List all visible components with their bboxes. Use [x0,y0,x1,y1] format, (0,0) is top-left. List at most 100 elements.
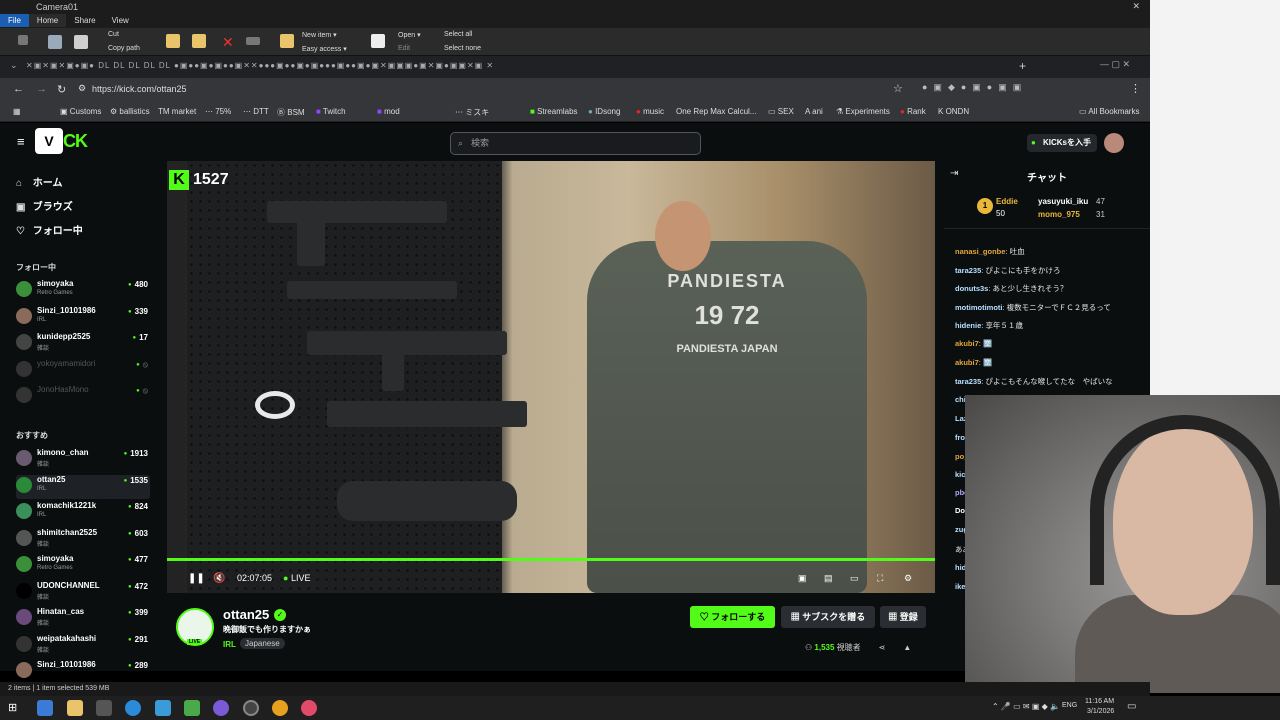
bookmark-75[interactable]: ⋯ 75% [205,107,231,116]
paste-icon[interactable] [74,35,88,49]
gifter-name[interactable]: Eddie [996,197,1018,206]
cut-button[interactable]: Cut [108,31,119,38]
edge-icon[interactable] [125,700,141,716]
tab-share[interactable]: Share [66,14,103,27]
chat-username[interactable]: nanasi_gonbe [955,247,1005,256]
sidebar-channel[interactable]: simoyaka Retro Games 480 [16,279,150,303]
menu-icon[interactable]: ⋮ [1130,82,1141,95]
bookmark-experiments[interactable]: ⚗ Experiments [836,107,890,116]
bookmark-twitch[interactable]: ■ Twitch [316,107,346,116]
bookmark-onerepmax[interactable]: One Rep Max Calcul... [676,107,756,116]
gifter-name[interactable]: yasuyuki_iku [1038,197,1088,206]
forward-icon[interactable]: → [36,83,47,95]
edit-button[interactable]: Edit [398,45,410,52]
progress-bar[interactable] [167,558,935,561]
start-icon[interactable]: ⊞ [8,701,17,714]
search-input[interactable]: ⌕ 検索 [450,132,701,155]
sidebar-channel[interactable]: Sinzi_10101986IRL 339 [16,306,150,330]
site-info-icon[interactable]: ⚙ [78,83,86,94]
get-kicks-button[interactable]: ● KICKsを入手 [1027,134,1097,152]
nav-browse[interactable]: ▣ ブラウズ [16,198,73,213]
extension-icons[interactable]: ●▣◆●▣●▣▣ [922,82,1027,93]
kick-logo[interactable]: V CK [35,128,101,154]
bookmark-streamlabs[interactable]: ■ Streamlabs [530,107,578,116]
theater-icon[interactable]: ▭ [850,573,859,584]
follow-button[interactable]: ♡ フォローする [690,606,775,628]
language-indicator[interactable]: ENG [1062,702,1077,709]
subscribe-button[interactable]: ▦ 登録 [880,606,926,628]
pin-icon[interactable] [18,35,28,45]
bookmark-dtt[interactable]: ⋯ DTT [243,107,269,116]
tray-icons[interactable]: ⌃ 🎤 ▭ ✉ ▣ ◆ 🔈 [992,702,1060,711]
clock-time[interactable]: 11:16 AM [1085,698,1114,705]
chat-username[interactable]: motimotimoti [955,303,1003,312]
all-bookmarks[interactable]: ▭ All Bookmarks [1079,107,1139,116]
settings-icon[interactable]: ⚙ [904,573,912,584]
app-icon[interactable] [184,700,200,716]
new-item-button[interactable]: New item ▾ [302,31,337,39]
gifter-name[interactable]: momo_975 [1038,210,1080,219]
hamburger-icon[interactable]: ≡ [17,134,25,149]
bookmark-rank[interactable]: ● Rank [900,107,926,116]
properties-icon[interactable] [371,34,385,48]
obs-icon[interactable] [243,700,259,716]
sidebar-channel[interactable]: ottan25IRL 1535 [16,474,150,499]
bookmark-ballistics[interactable]: ⚙ ballistics [110,107,150,116]
bookmark-folder-sex[interactable]: ▭ SEX [768,107,794,116]
chat-username[interactable]: hidenie [955,321,981,330]
app-icon[interactable] [155,700,171,716]
bookmark-ani[interactable]: A ani [805,107,823,116]
bookmark-ondn[interactable]: K ONDN [938,107,969,116]
nav-following[interactable]: ♡ フォロー中 [16,222,83,237]
easy-access-button[interactable]: Easy access ▾ [302,45,347,53]
app-icon[interactable] [301,700,317,716]
tab-file[interactable]: File [0,14,29,27]
language-tag[interactable]: Japanese [240,638,285,649]
bookmark-customs[interactable]: ▣ Customs [60,107,101,116]
sidebar-channel[interactable]: Sinzi_10101986 289 [16,660,150,684]
nav-home[interactable]: ⌂ ホーム [16,174,62,189]
close-icon[interactable]: ✕ [1132,1,1140,12]
bookmark-idsong[interactable]: ● IDsong [588,107,620,116]
pause-icon[interactable]: ❚❚ [188,573,205,584]
tab-view[interactable]: View [104,14,137,27]
sidebar-channel[interactable]: kunidepp2525 雑談 17 [16,332,150,356]
copy-path-button[interactable]: Copy path [108,45,140,52]
bookmark-mod[interactable]: ■ mod [377,107,400,116]
apps-icon[interactable]: ▦ [13,107,21,116]
notification-icon[interactable]: ▭ [1127,701,1136,712]
sidebar-channel[interactable]: weipatakahashi 雑談 291 [16,634,150,658]
video-player[interactable]: PANDIESTA 19 72 PANDIESTA JAPAN K 1527 ❚❚… [167,161,935,593]
chat-username[interactable]: tara235 [955,377,981,386]
taskview-icon[interactable] [37,700,53,716]
select-none-button[interactable]: Select none [444,45,481,52]
select-all-button[interactable]: Select all [444,31,472,38]
chat-username[interactable]: akubi7 [955,339,979,348]
share-icon[interactable]: ⋖ [879,643,886,652]
bookmark-music[interactable]: ● music [636,107,664,116]
report-icon[interactable]: ▲ [903,643,911,652]
pip-icon[interactable]: ▤ [824,573,833,584]
tab-search-icon[interactable]: ⌄ [10,60,18,71]
streamer-name[interactable]: ottan25 [223,607,269,622]
app-icon[interactable] [213,700,229,716]
sidebar-channel[interactable]: simoyaka Retro Games 477 [16,554,150,578]
move-to-icon[interactable] [166,34,180,48]
app-icon[interactable] [272,700,288,716]
chat-username[interactable]: akubi7 [955,358,979,367]
tab-home[interactable]: Home [28,14,67,27]
copy-to-icon[interactable] [192,34,206,48]
gift-sub-button[interactable]: ▦ サブスクを贈る [781,606,875,628]
window-controls[interactable]: — ▢ ✕ [1100,59,1130,70]
new-tab-icon[interactable]: + [1019,59,1026,73]
clip-icon[interactable]: ▣ [798,573,807,584]
sidebar-channel[interactable]: Hinatan_cas 雑談 399 [16,607,150,631]
fullscreen-icon[interactable]: ⛶ [877,573,883,584]
clock-date[interactable]: 3/1/2026 [1087,708,1114,715]
sidebar-channel[interactable]: komachik1221k IRL 824 [16,501,150,525]
app-icon[interactable] [96,700,112,716]
pinned-tabs[interactable]: ✕▣✕▣✕▣●▣● DL DL DL DL DL ●▣●●▣●▣●●▣✕✕●●●… [26,61,996,73]
bookmark-star-icon[interactable]: ☆ [893,82,903,95]
bookmark-market[interactable]: TM market [158,107,196,116]
url-field[interactable]: https://kick.com/ottan25 [92,84,187,94]
